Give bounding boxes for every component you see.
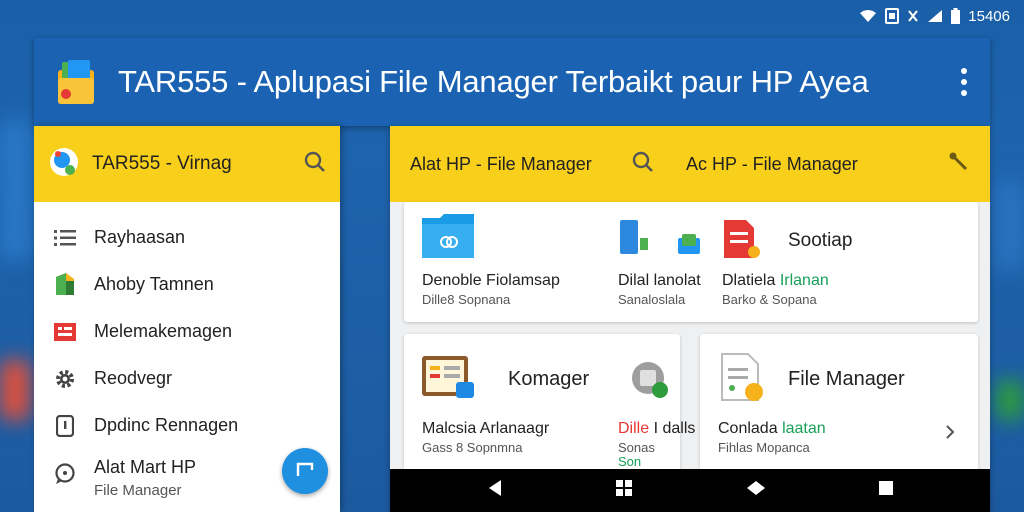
wrench-icon[interactable] — [948, 151, 970, 178]
drawer-item-rayhaasan[interactable]: Rayhaasan — [34, 214, 340, 261]
main-panel: Alat HP - File Manager Ac HP - File Mana… — [390, 126, 990, 512]
drawer-header: TAR555 - Virnag — [34, 126, 340, 202]
flag-icon — [296, 462, 314, 481]
card-title: Dille I dalls — [618, 420, 695, 438]
recents-grid-icon[interactable] — [616, 480, 633, 501]
card-title: Denoble Fiolamsap — [422, 272, 560, 289]
floating-action-button[interactable] — [282, 448, 328, 494]
file-card-file-manager[interactable]: File Manager Conlada laatan Fihlas Mopan… — [700, 334, 978, 474]
card-subtitle: Barko & Sopana — [722, 292, 817, 307]
card-subtitle-extra: Son — [618, 454, 642, 469]
card-title: Dilal lanolat — [618, 272, 701, 289]
file-card-top[interactable]: Denoble Fiolamsap Dille8 Sopnana Dilal l… — [404, 202, 978, 322]
drawer-item-label: Ahoby Tamnen — [94, 274, 214, 294]
drawer-item-dpdinc-rennagen[interactable]: Dpdinc Rennagen — [34, 402, 340, 449]
card-title-part: Dlatiela — [722, 272, 776, 289]
card-title-part: Conlada — [718, 420, 778, 437]
home-icon[interactable] — [746, 480, 766, 501]
navigation-drawer: TAR555 - Virnag Rayhaasan Ahoby Tamnen M… — [34, 126, 340, 512]
vibrate-icon — [907, 9, 919, 23]
main-search-icon[interactable] — [632, 151, 654, 178]
file-card-komager[interactable]: Komager Malcsia Arlanaagr Gass 8 Sopnmna… — [404, 334, 695, 474]
background-blob — [0, 360, 30, 420]
card-title: Malcsia Arlanaagr — [422, 420, 550, 437]
card-heading: Sootiap — [788, 230, 853, 251]
sim-icon — [885, 8, 900, 24]
card-subtitle: Gass 8 Sopnmna — [422, 440, 523, 455]
storage-drive-icon — [630, 360, 670, 405]
status-bar: 15406 — [824, 0, 1024, 32]
drawer-item-label: Alat Mart HP — [94, 457, 197, 477]
phone-file-icon — [620, 220, 656, 261]
drawer-search-icon[interactable] — [304, 151, 326, 178]
card-title-part-green: laatan — [782, 420, 826, 437]
signal-icon — [927, 9, 943, 23]
spreadsheet-icon — [422, 352, 476, 407]
folder-red-icon — [52, 319, 78, 345]
wifi-icon — [859, 9, 877, 23]
system-nav-bar — [390, 469, 990, 512]
card-title: Dlatiela Irlanan — [722, 272, 829, 290]
drawer-title: TAR555 - Virnag — [92, 153, 232, 174]
card-subtitle: Dille8 Sopnana — [422, 292, 511, 307]
drawer-item-label: Reodvegr — [94, 368, 173, 388]
drawer-item-ahoby-tamnen[interactable]: Ahoby Tamnen — [34, 261, 340, 308]
main-header-title-left: Alat HP - File Manager — [410, 153, 592, 174]
main-header: Alat HP - File Manager Ac HP - File Mana… — [390, 126, 990, 202]
card-heading: Komager — [508, 368, 590, 390]
drawer-logo-icon — [48, 146, 80, 183]
card-title-part: I dalls — [653, 420, 696, 437]
overflow-menu-button[interactable] — [944, 52, 984, 112]
battery-icon — [951, 8, 961, 24]
doc-icon — [52, 413, 78, 439]
card-subtitle: Fihlas Mopanca — [718, 440, 810, 455]
card-heading: File Manager — [788, 368, 905, 390]
file-doc-icon — [720, 352, 766, 409]
drawer-item-melemakemagen[interactable]: Melemakemagen — [34, 308, 340, 355]
drawer-item-label: Rayhaasan — [94, 227, 186, 247]
shared-folder-icon — [678, 234, 700, 259]
gear-icon — [52, 366, 78, 392]
drawer-item-sublabel: File Manager — [94, 482, 182, 499]
list-icon — [52, 225, 78, 251]
card-title-part-red: Dille — [618, 420, 650, 437]
app-logo-icon — [52, 56, 102, 108]
back-icon[interactable] — [487, 479, 503, 502]
card-title: Conlada laatan — [718, 420, 826, 438]
overview-square-icon[interactable] — [879, 481, 894, 500]
drawer-item-label: Dpdinc Rennagen — [94, 415, 239, 435]
chat-icon — [52, 461, 78, 487]
card-subtitle: Sanaloslala — [618, 292, 686, 307]
background-blob — [996, 380, 1024, 420]
card-subtitle: Sonas — [618, 440, 655, 455]
status-time: 15406 — [968, 7, 1010, 25]
document-red-icon — [722, 218, 762, 265]
chevron-right-icon[interactable] — [944, 424, 956, 445]
app-bar: TAR555 - Aplupasi File Manager Terbaikt … — [34, 38, 990, 126]
background-blob — [996, 180, 1024, 270]
card-title-part-green: Irlanan — [779, 272, 829, 289]
main-header-title-right: Ac HP - File Manager — [686, 153, 858, 174]
drawer-item-reodvegr[interactable]: Reodvegr — [34, 355, 340, 402]
background-blob — [0, 120, 30, 260]
drive-icon — [52, 272, 78, 298]
app-title: TAR555 - Aplupasi File Manager Terbaikt … — [118, 64, 869, 99]
folder-icon — [422, 212, 474, 263]
drawer-item-label: Melemakemagen — [94, 321, 233, 341]
